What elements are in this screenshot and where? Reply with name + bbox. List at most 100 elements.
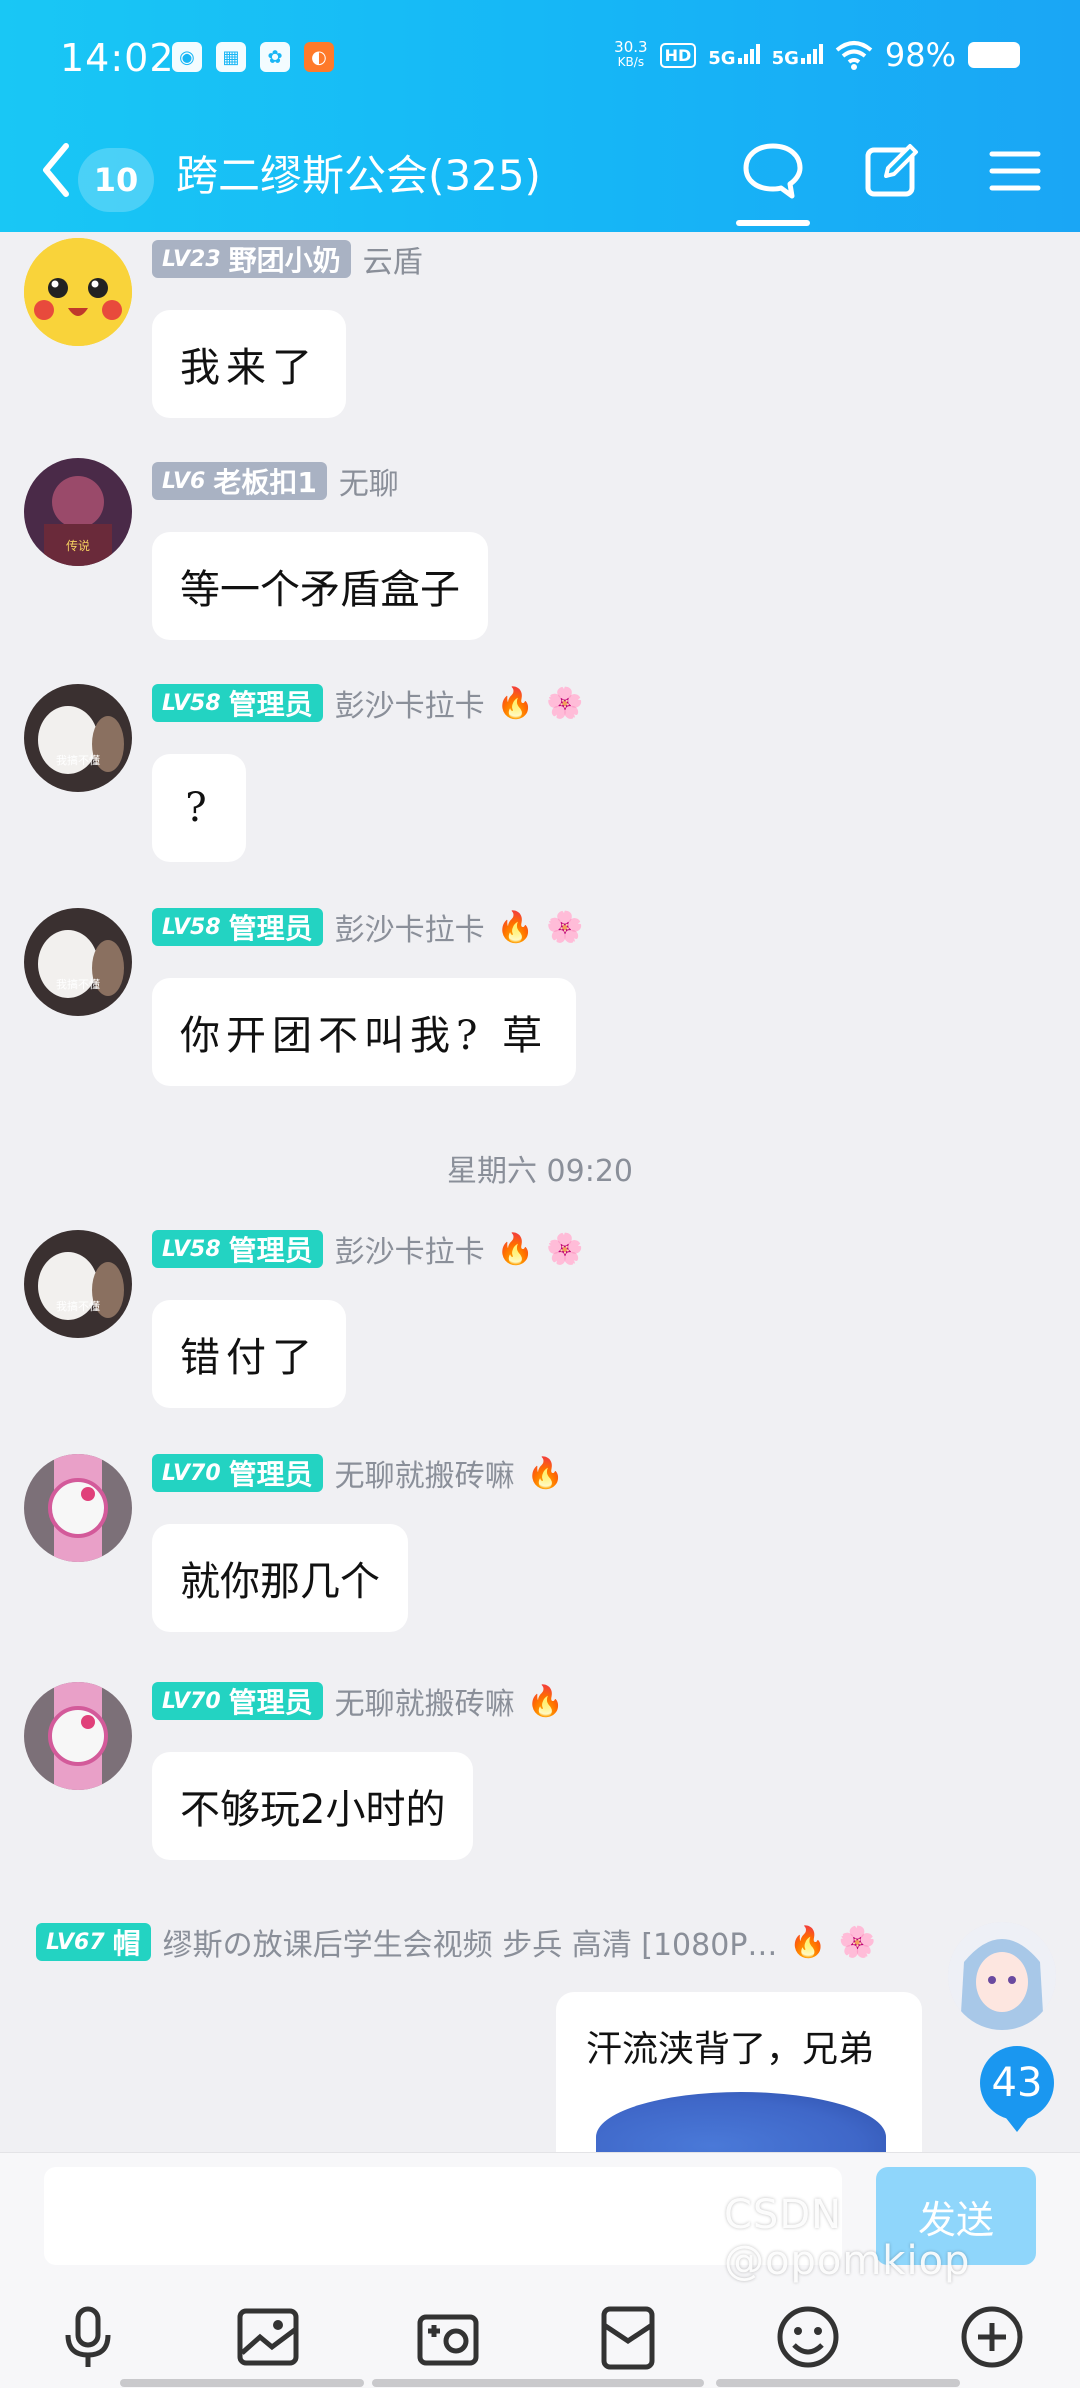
message-meta: LV23 野团小奶 云盾: [152, 237, 423, 281]
active-tab-indicator: [736, 220, 810, 226]
anime-girl-avatar-icon: [948, 1922, 1056, 2030]
new-messages-badge[interactable]: 43: [980, 2046, 1054, 2132]
message-bubble[interactable]: 等一个矛盾盒子: [152, 532, 488, 640]
sender-name[interactable]: 缪斯の放课后学生会视频 步兵 高清 [1080P…: [163, 1920, 778, 1964]
avatar[interactable]: 我搞不懂: [24, 908, 132, 1016]
avatar[interactable]: [24, 238, 132, 346]
sender-name[interactable]: 云盾: [363, 237, 423, 281]
message-input[interactable]: [44, 2167, 842, 2265]
fire-icon: 🔥: [496, 909, 535, 945]
cat-avatar-icon: 我搞不懂: [24, 1230, 132, 1338]
message-meta: LV70 管理员 无聊就搬砖嘛 🔥: [152, 1679, 564, 1723]
notification-icons: ◉ ▦ ✿ ◐: [172, 42, 334, 72]
fire-icon: 🔥: [496, 685, 535, 721]
flower-face-icon: 🌸: [838, 1924, 877, 1960]
fire-icon: 🔥: [526, 1455, 565, 1491]
avatar[interactable]: 传说: [24, 458, 132, 566]
own-message-bubble[interactable]: 汗流浃背了，兄弟: [556, 1992, 922, 2152]
flower-face-icon: 🌸: [546, 1231, 584, 1267]
chat-bubble-icon[interactable]: [738, 136, 808, 206]
wifi-icon: [835, 41, 873, 70]
unread-count-badge[interactable]: 10: [78, 148, 154, 212]
nav-bar: 10 跨二缪斯公会(325): [0, 118, 1080, 232]
level-badge: LV23 野团小奶: [152, 240, 351, 278]
orange-app-icon: ◐: [304, 42, 334, 72]
camera-icon[interactable]: [412, 2301, 484, 2373]
level-badge: LV70 管理员: [152, 1454, 323, 1492]
level-badge: LV58 管理员: [152, 684, 323, 722]
message-bubble[interactable]: 不够玩2小时的: [152, 1752, 474, 1860]
cat-avatar-icon: 我搞不懂: [24, 684, 132, 792]
signal-5g-icon-2: 5G: [772, 42, 823, 69]
edit-icon[interactable]: [858, 136, 928, 206]
red-packet-icon[interactable]: [592, 2301, 664, 2373]
sender-name[interactable]: 无聊: [339, 459, 399, 503]
time-separator: 星期六 09:20: [447, 1154, 633, 1189]
cat-avatar-icon: 我搞不懂: [24, 908, 132, 1016]
back-chevron-icon[interactable]: [36, 140, 76, 200]
status-bar: 14:02 ◉ ▦ ✿ ◐ 30.3 KB/s HD 5G 5G 98%: [0, 0, 1080, 118]
avatar[interactable]: 我搞不懂: [24, 1230, 132, 1338]
svg-text:我搞不懂: 我搞不懂: [56, 1299, 100, 1313]
app-header: 14:02 ◉ ▦ ✿ ◐ 30.3 KB/s HD 5G 5G 98% 10 …: [0, 0, 1080, 232]
nav-indicator: [372, 2379, 704, 2387]
level-badge: LV67 帽: [36, 1923, 151, 1961]
message-meta: LV70 管理员 无聊就搬砖嘛 🔥: [152, 1451, 565, 1495]
fire-icon: 🔥: [496, 1231, 535, 1267]
own-avatar[interactable]: [948, 1922, 1056, 2030]
sender-name[interactable]: 彭沙卡拉卡: [335, 681, 485, 725]
net-speed: 30.3 KB/s: [614, 38, 648, 70]
watermark: CSDN @opomkiop: [724, 2192, 971, 2284]
message-meta: LV6 老板扣1 无聊: [152, 459, 399, 503]
hello-kitty-watch-avatar-icon: [24, 1454, 132, 1562]
signal-5g-icon: 5G: [708, 42, 760, 69]
message-image[interactable]: [596, 2092, 886, 2152]
message-bubble[interactable]: 就你那几个: [152, 1524, 408, 1632]
group-title[interactable]: 跨二缪斯公会(325): [176, 142, 541, 203]
message-meta: LV58 管理员 彭沙卡拉卡 🔥 🌸: [152, 681, 584, 725]
own-message-text: 汗流浃背了，兄弟: [586, 2029, 875, 2070]
pikachu-avatar-icon: [24, 238, 132, 346]
message-bubble[interactable]: 你开团不叫我? 草: [152, 978, 577, 1086]
hd-icon: HD: [659, 42, 697, 68]
battery-icon: [968, 42, 1020, 68]
image-icon[interactable]: [232, 2301, 304, 2373]
avatar[interactable]: [24, 1454, 132, 1562]
hello-kitty-watch-avatar-icon: [24, 1682, 132, 1790]
own-message-meta: LV67 帽 缪斯の放课后学生会视频 步兵 高清 [1080P… 🔥 🌸: [36, 1920, 877, 1964]
message-meta: LV58 管理员 彭沙卡拉卡 🔥 🌸: [152, 905, 583, 949]
nav-indicator: [120, 2379, 364, 2387]
message-bubble[interactable]: 错付了: [152, 1300, 346, 1408]
message-bubble[interactable]: ?: [152, 754, 246, 862]
sender-name[interactable]: 无聊就搬砖嘛: [335, 1679, 515, 1723]
level-badge: LV58 管理员: [152, 1230, 323, 1268]
menu-icon[interactable]: [980, 136, 1050, 206]
svg-text:我搞不懂: 我搞不懂: [56, 753, 100, 767]
legend-avatar-icon: 传说: [24, 458, 132, 566]
nav-indicator: [716, 2379, 960, 2387]
level-badge: LV70 管理员: [152, 1682, 323, 1720]
gift-app-icon: ▦: [216, 42, 246, 72]
fire-icon: 🔥: [789, 1924, 827, 1960]
emoji-icon[interactable]: [772, 2301, 844, 2373]
message-bubble[interactable]: 我来了: [152, 310, 346, 418]
level-badge: LV58 管理员: [152, 908, 323, 946]
plus-icon[interactable]: [956, 2301, 1028, 2373]
paw-app-icon: ✿: [260, 42, 290, 72]
sender-name[interactable]: 彭沙卡拉卡: [335, 1227, 485, 1271]
status-right: 30.3 KB/s HD 5G 5G 98%: [614, 36, 1020, 74]
svg-text:我搞不懂: 我搞不懂: [56, 977, 100, 991]
message-meta: LV58 管理员 彭沙卡拉卡 🔥 🌸: [152, 1227, 584, 1271]
sender-name[interactable]: 无聊就搬砖嘛: [335, 1451, 515, 1495]
sender-name[interactable]: 彭沙卡拉卡: [335, 905, 485, 949]
svg-text:传说: 传说: [66, 538, 90, 553]
level-badge: LV6 老板扣1: [152, 462, 327, 500]
avatar[interactable]: [24, 1682, 132, 1790]
robot-app-icon: ◉: [172, 42, 202, 72]
status-time: 14:02: [60, 36, 175, 80]
battery-text: 98%: [884, 36, 956, 74]
avatar[interactable]: 我搞不懂: [24, 684, 132, 792]
flower-face-icon: 🌸: [546, 685, 584, 721]
microphone-icon[interactable]: [52, 2301, 124, 2373]
chat-list[interactable]: LV23野团小奶 云盾 我来了 传说 LV6老板扣1 无聊 等一个矛盾盒子: [0, 232, 1080, 2152]
